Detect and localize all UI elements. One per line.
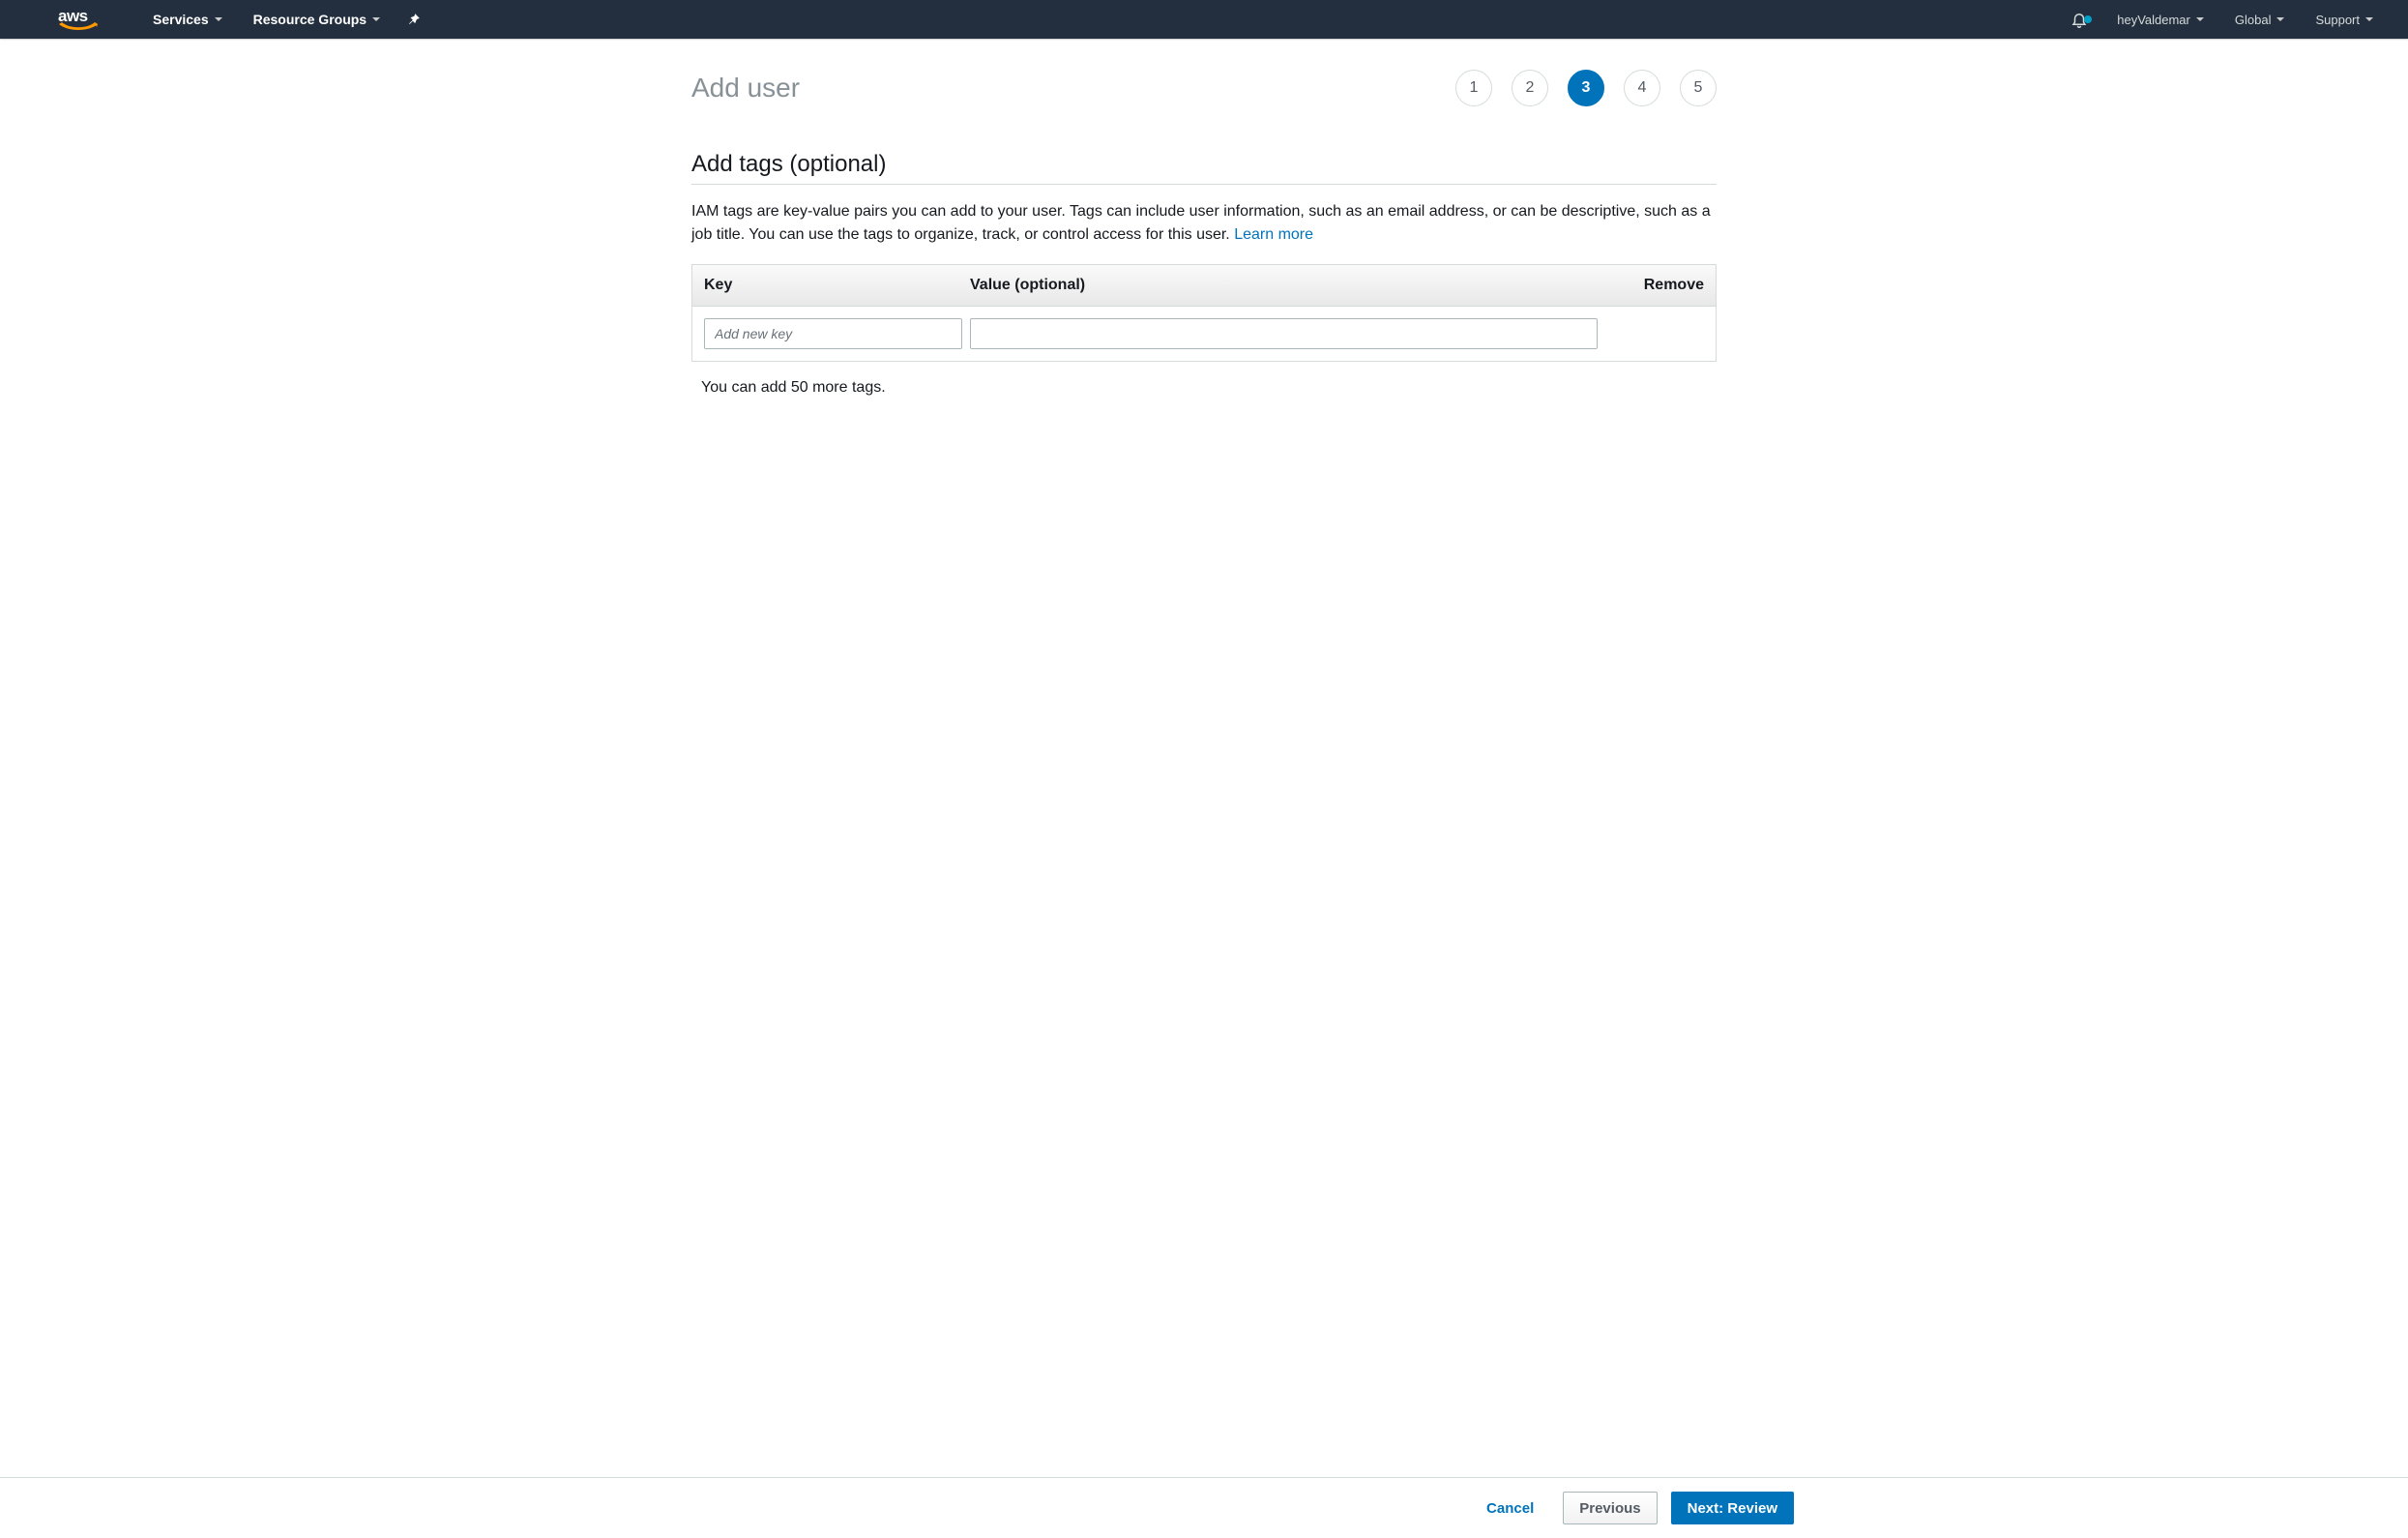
col-header-remove: Remove xyxy=(1609,265,1716,306)
tag-value-input[interactable] xyxy=(970,318,1598,349)
wizard-step-1[interactable]: 1 xyxy=(1455,70,1492,106)
tag-key-input[interactable] xyxy=(704,318,962,349)
nav-region-label: Global xyxy=(2235,13,2272,27)
cancel-button[interactable]: Cancel xyxy=(1471,1492,1549,1524)
nav-support-label: Support xyxy=(2315,13,2360,27)
nav-services[interactable]: Services xyxy=(137,0,238,39)
nav-resource-groups-label: Resource Groups xyxy=(253,12,367,27)
learn-more-link[interactable]: Learn more xyxy=(1234,226,1313,243)
wizard-step-4[interactable]: 4 xyxy=(1624,70,1660,106)
notifications-bell[interactable] xyxy=(2057,11,2101,28)
page-title: Add user xyxy=(691,73,800,104)
section-description: IAM tags are key-value pairs you can add… xyxy=(691,200,1717,247)
tags-remaining-note: You can add 50 more tags. xyxy=(691,379,1717,397)
wizard-steps: 12345 xyxy=(1455,70,1717,106)
chevron-down-icon xyxy=(2196,17,2204,21)
aws-swoosh-icon xyxy=(58,22,99,32)
section-title: Add tags (optional) xyxy=(691,151,1717,178)
chevron-down-icon xyxy=(215,17,222,21)
top-nav: aws Services Resource Groups heyValdemar… xyxy=(0,0,2408,39)
previous-button[interactable]: Previous xyxy=(1563,1492,1657,1524)
main-content: Add user 12345 Add tags (optional) IAM t… xyxy=(691,39,1717,513)
tags-table-header: Key Value (optional) Remove xyxy=(692,265,1716,307)
description-text: IAM tags are key-value pairs you can add… xyxy=(691,203,1711,243)
chevron-down-icon xyxy=(2276,17,2284,21)
nav-region[interactable]: Global xyxy=(2219,0,2301,39)
wizard-step-5[interactable]: 5 xyxy=(1680,70,1717,106)
chevron-down-icon xyxy=(372,17,380,21)
notification-dot-icon xyxy=(2084,15,2092,23)
nav-support[interactable]: Support xyxy=(2300,0,2389,39)
col-header-key: Key xyxy=(692,265,958,306)
tags-table: Key Value (optional) Remove xyxy=(691,264,1717,362)
wizard-step-3[interactable]: 3 xyxy=(1568,70,1604,106)
nav-resource-groups[interactable]: Resource Groups xyxy=(238,0,396,39)
wizard-footer: Cancel Previous Next: Review xyxy=(0,1477,2408,1538)
nav-services-label: Services xyxy=(153,12,209,27)
next-review-button[interactable]: Next: Review xyxy=(1671,1492,1794,1524)
nav-account-label: heyValdemar xyxy=(2117,13,2190,27)
nav-account[interactable]: heyValdemar xyxy=(2101,0,2219,39)
divider xyxy=(691,184,1717,185)
pin-icon[interactable] xyxy=(396,13,432,26)
wizard-step-2[interactable]: 2 xyxy=(1512,70,1548,106)
chevron-down-icon xyxy=(2365,17,2373,21)
table-row xyxy=(692,307,1716,361)
aws-logo[interactable]: aws xyxy=(58,8,99,32)
col-header-value: Value (optional) xyxy=(958,265,1609,306)
